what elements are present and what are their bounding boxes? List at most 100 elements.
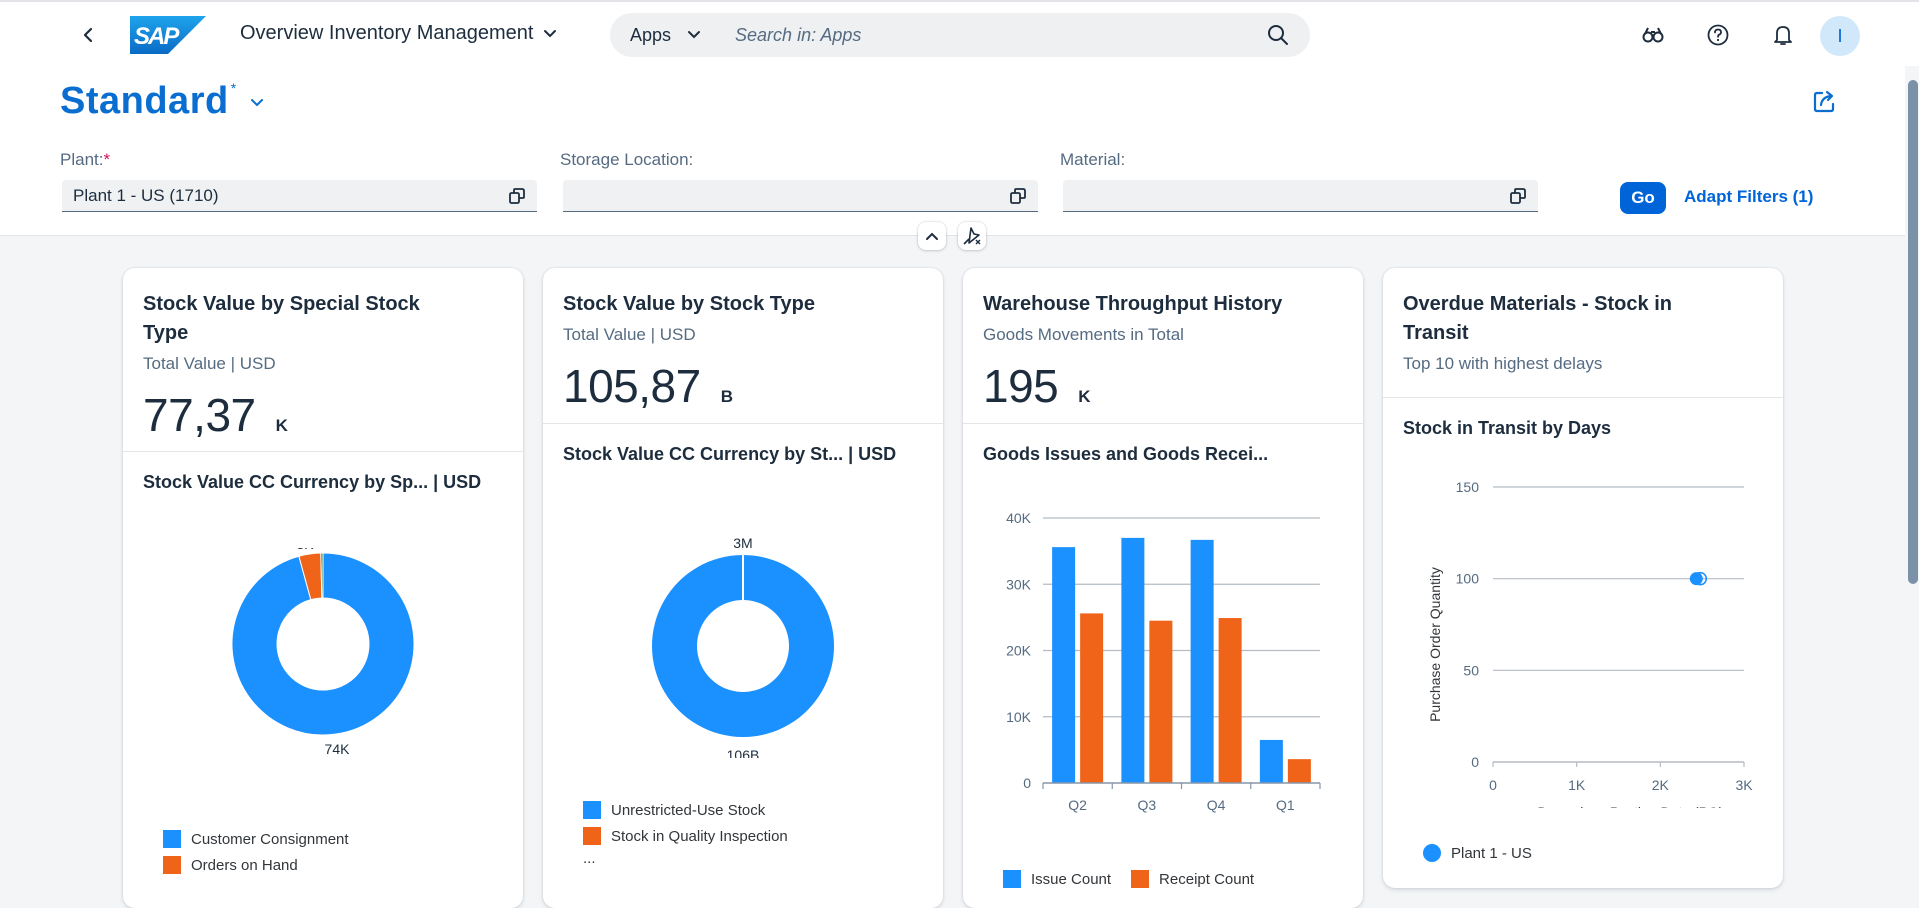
card-header[interactable]: Stock Value by Special Stock Type Total … [123, 268, 523, 442]
bar [1288, 759, 1311, 783]
y-tick-label: 0 [1023, 775, 1031, 791]
chart-legend: Plant 1 - US [1423, 840, 1532, 866]
x-tick-sublabel: 2023 [1270, 815, 1301, 818]
search-field: Apps [610, 13, 1310, 57]
card-header[interactable]: Warehouse Throughput History Goods Movem… [963, 268, 1363, 413]
filter-header: Standard * Plant:* Storage Location: Mat… [0, 66, 1905, 236]
app-title-menu[interactable]: Overview Inventory Management [240, 22, 557, 45]
kpi-value: 77,37 [143, 388, 256, 442]
help-button[interactable] [1705, 22, 1731, 48]
card-divider [123, 451, 523, 452]
bar [1052, 547, 1075, 783]
y-tick-label: 0 [1471, 754, 1479, 770]
material-label: Material: [1060, 150, 1125, 170]
notifications-button[interactable] [1770, 22, 1796, 48]
card-header[interactable]: Stock Value by Stock Type Total Value | … [543, 268, 943, 413]
pin-header-button[interactable] [958, 222, 986, 250]
data-label: 3M [733, 535, 752, 551]
legend-item[interactable]: Customer Consignment [163, 826, 349, 852]
legend-label: Customer Consignment [191, 831, 349, 848]
bar [1260, 740, 1283, 783]
donut-chart[interactable]: 106B 3M [543, 518, 943, 758]
kpi: 77,37 K [143, 388, 503, 442]
share-icon[interactable] [1812, 88, 1838, 114]
legend-label: Unrestricted-Use Stock [611, 802, 765, 819]
scrollbar-thumb[interactable] [1908, 80, 1918, 584]
value-help-icon[interactable] [1008, 186, 1028, 206]
sap-logo[interactable]: SAP [130, 16, 206, 54]
bar [1191, 540, 1214, 783]
search-icon [1267, 24, 1289, 46]
legend-swatch [163, 830, 181, 848]
card-overdue-materials: Overdue Materials - Stock in Transit Top… [1383, 268, 1783, 888]
card-title: Overdue Materials - Stock in Transit [1403, 290, 1703, 348]
material-input[interactable] [1063, 180, 1538, 212]
legend-item[interactable]: Receipt Count [1131, 866, 1254, 892]
legend-swatch [1131, 870, 1149, 888]
variant-selector[interactable]: Standard * [60, 80, 264, 123]
scatter-chart[interactable]: 05010015001K2K3KDays since Posting Date … [1383, 468, 1783, 808]
shell-bar: SAP Overview Inventory Management Apps I [0, 2, 1919, 66]
x-tick-label: Q3 [1138, 797, 1157, 813]
storage-location-input[interactable] [563, 180, 1038, 212]
legend-label: Stock in Quality Inspection [611, 828, 788, 845]
svg-text:SAP: SAP [134, 23, 180, 50]
legend-item[interactable]: Unrestricted-Use Stock [583, 797, 788, 823]
legend-swatch [163, 856, 181, 874]
search-button[interactable] [1266, 23, 1290, 47]
search-scope-select[interactable]: Apps [630, 25, 701, 46]
card-subtitle: Goods Movements in Total [983, 325, 1343, 345]
legend-more[interactable]: ... [583, 849, 788, 867]
card-divider [1383, 397, 1783, 398]
legend-swatch [583, 827, 601, 845]
legend-swatch [1423, 844, 1441, 862]
back-icon [82, 27, 94, 43]
x-tick-label: Q4 [1207, 797, 1226, 813]
go-button[interactable]: Go [1620, 182, 1666, 214]
value-help-icon[interactable] [1508, 186, 1528, 206]
bar [1121, 538, 1144, 783]
back-button[interactable] [72, 20, 104, 50]
plant-label: Plant:* [60, 150, 110, 170]
card-title: Stock Value by Stock Type [563, 290, 923, 319]
card-header[interactable]: Overdue Materials - Stock in Transit Top… [1383, 268, 1783, 374]
legend-item[interactable]: Issue Count [1003, 866, 1111, 892]
kpi-value: 105,87 [563, 359, 701, 413]
x-axis-label: Days since Posting Date (PO) [1538, 804, 1724, 808]
collapse-header-button[interactable] [918, 222, 946, 250]
x-tick-label: Q2 [1068, 797, 1087, 813]
kpi-unit: B [721, 387, 733, 407]
legend-item[interactable]: Orders on Hand [163, 852, 349, 878]
chevron-down-icon [250, 98, 264, 108]
search-input[interactable] [735, 25, 1266, 46]
storage-location-label: Storage Location: [560, 150, 693, 170]
x-tick-label: 1K [1568, 777, 1586, 793]
card-divider [963, 423, 1363, 424]
variant-title: Standard [60, 80, 229, 123]
joule-button[interactable] [1640, 22, 1666, 48]
app-title: Overview Inventory Management [240, 22, 533, 45]
adapt-filters-button[interactable]: Adapt Filters (1) [1684, 187, 1813, 207]
plant-input[interactable]: Plant 1 - US (1710) [62, 180, 537, 212]
value-help-icon[interactable] [507, 186, 527, 206]
card-title: Warehouse Throughput History [983, 290, 1343, 319]
user-avatar[interactable]: I [1820, 16, 1860, 56]
kpi-value: 195 [983, 359, 1058, 413]
binoculars-icon [1642, 26, 1664, 44]
bar-chart[interactable]: 010K20K30K40KQ22022Q3Q4Q12023 [963, 488, 1363, 818]
data-label: 106B [727, 747, 760, 758]
x-tick-sublabel: 2022 [1062, 815, 1093, 818]
bar [1149, 621, 1172, 783]
donut-chart[interactable]: 74K3K [123, 548, 523, 778]
y-tick-label: 20K [1006, 643, 1032, 659]
x-tick-label: 2K [1652, 777, 1670, 793]
bar [1080, 613, 1103, 783]
legend-item[interactable]: Plant 1 - US [1423, 840, 1532, 866]
card-special-stock-type: Stock Value by Special Stock Type Total … [123, 268, 523, 908]
chart-legend: Unrestricted-Use Stock Stock in Quality … [583, 797, 788, 867]
legend-item[interactable]: Stock in Quality Inspection [583, 823, 788, 849]
card-title: Stock Value by Special Stock Type [143, 290, 443, 348]
legend-label: Receipt Count [1159, 871, 1254, 888]
chart-legend: Customer Consignment Orders on Hand [163, 826, 349, 878]
x-tick-label: 0 [1489, 777, 1497, 793]
